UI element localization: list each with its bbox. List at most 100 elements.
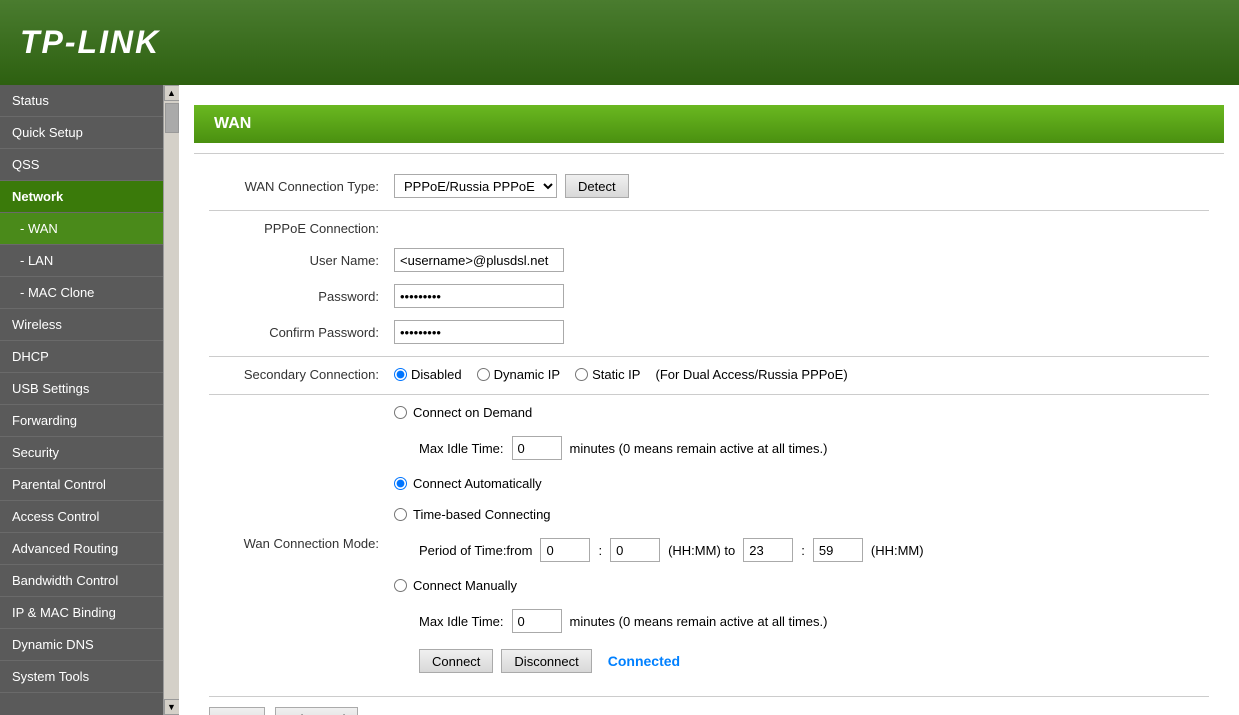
password-input[interactable]: [394, 284, 564, 308]
divider-pppoe: [209, 210, 1209, 211]
wan-connection-type-row: WAN Connection Type: PPPoE/Russia PPPoED…: [194, 174, 1224, 198]
secondary-static-item: Static IP: [575, 367, 640, 382]
main-layout: StatusQuick SetupQSSNetwork- WAN- LAN- M…: [0, 85, 1239, 715]
connected-status: Connected: [608, 653, 680, 669]
sidebar-item-security[interactable]: Security: [0, 437, 163, 469]
password-row: Password:: [194, 284, 1224, 308]
disconnect-button[interactable]: Disconnect: [501, 649, 591, 673]
sidebar-item-mac-clone[interactable]: - MAC Clone: [0, 277, 163, 309]
pppoe-connection-label: PPPoE Connection:: [194, 221, 394, 236]
confirm-password-control: [394, 320, 564, 344]
bottom-buttons: Save Advanced: [209, 696, 1209, 715]
sidebar: StatusQuick SetupQSSNetwork- WAN- LAN- M…: [0, 85, 163, 715]
page-title: WAN: [194, 105, 1224, 143]
max-idle-note1: minutes (0 means remain active at all ti…: [570, 441, 828, 456]
advanced-button[interactable]: Advanced: [275, 707, 359, 715]
save-button[interactable]: Save: [209, 707, 265, 715]
connect-on-demand-row: Connect on Demand: [394, 405, 924, 420]
max-idle-row2: Max Idle Time: minutes (0 means remain a…: [419, 609, 924, 633]
wan-mode-control: Connect on Demand Max Idle Time: minutes…: [394, 405, 924, 681]
password-label: Password:: [194, 289, 394, 304]
time-from2-input[interactable]: [610, 538, 660, 562]
connect-manually-text: Connect Manually: [413, 578, 517, 593]
sidebar-item-advanced-routing[interactable]: Advanced Routing: [0, 533, 163, 565]
secondary-dynamic-item: Dynamic IP: [477, 367, 560, 382]
content-area: WAN WAN Connection Type: PPPoE/Russia PP…: [179, 85, 1239, 715]
divider-top: [194, 153, 1224, 154]
secondary-connection-label: Secondary Connection:: [194, 367, 394, 382]
header: TP-LINK: [0, 0, 1239, 85]
sidebar-item-forwarding[interactable]: Forwarding: [0, 405, 163, 437]
connect-on-demand-label: Connect on Demand: [394, 405, 532, 420]
max-idle-input2[interactable]: [512, 609, 562, 633]
confirm-password-label: Confirm Password:: [194, 325, 394, 340]
connect-manually-row: Connect Manually: [394, 578, 924, 593]
secondary-connection-row: Secondary Connection: Disabled Dynamic I…: [194, 367, 1224, 382]
username-label: User Name:: [194, 253, 394, 268]
sidebar-item-qss[interactable]: QSS: [0, 149, 163, 181]
username-row: User Name:: [194, 248, 1224, 272]
max-idle-note2: minutes (0 means remain active at all ti…: [570, 614, 828, 629]
sidebar-item-wireless[interactable]: Wireless: [0, 309, 163, 341]
time-based-row: Time-based Connecting: [394, 507, 924, 522]
sidebar-item-usb-settings[interactable]: USB Settings: [0, 373, 163, 405]
secondary-static-radio[interactable]: [575, 368, 588, 381]
time-based-text: Time-based Connecting: [413, 507, 551, 522]
max-idle-label1: Max Idle Time:: [419, 441, 504, 456]
time-to1-input[interactable]: [743, 538, 793, 562]
connect-automatically-radio[interactable]: [394, 477, 407, 490]
secondary-dynamic-label: Dynamic IP: [494, 367, 560, 382]
sidebar-item-wan[interactable]: - WAN: [0, 213, 163, 245]
username-control: [394, 248, 564, 272]
hhmm2-label: (HH:MM): [871, 543, 924, 558]
secondary-dynamic-radio[interactable]: [477, 368, 490, 381]
time-to2-input[interactable]: [813, 538, 863, 562]
confirm-password-input[interactable]: [394, 320, 564, 344]
connect-on-demand-radio[interactable]: [394, 406, 407, 419]
connect-manually-radio[interactable]: [394, 579, 407, 592]
sidebar-item-bandwidth-control[interactable]: Bandwidth Control: [0, 565, 163, 597]
sidebar-item-access-control[interactable]: Access Control: [0, 501, 163, 533]
username-input[interactable]: [394, 248, 564, 272]
connect-on-demand-text: Connect on Demand: [413, 405, 532, 420]
secondary-radio-group: Disabled Dynamic IP Static IP (For Dual …: [394, 367, 848, 382]
confirm-password-row: Confirm Password:: [194, 320, 1224, 344]
sidebar-item-lan[interactable]: - LAN: [0, 245, 163, 277]
sidebar-item-ip-mac-binding[interactable]: IP & MAC Binding: [0, 597, 163, 629]
scroll-thumb[interactable]: [165, 103, 179, 133]
sidebar-item-status[interactable]: Status: [0, 85, 163, 117]
pppoe-connection-row: PPPoE Connection:: [194, 221, 1224, 236]
detect-button[interactable]: Detect: [565, 174, 629, 198]
sidebar-item-system-tools[interactable]: System Tools: [0, 661, 163, 693]
connect-disconnect-row: Connect Disconnect Connected: [419, 649, 924, 673]
colon2: :: [801, 543, 805, 558]
secondary-note: (For Dual Access/Russia PPPoE): [655, 367, 847, 382]
connect-button[interactable]: Connect: [419, 649, 493, 673]
connect-manually-label: Connect Manually: [394, 578, 517, 593]
wan-connection-type-label: WAN Connection Type:: [194, 179, 394, 194]
time-based-label: Time-based Connecting: [394, 507, 551, 522]
sidebar-item-quick-setup[interactable]: Quick Setup: [0, 117, 163, 149]
sidebar-item-parental-control[interactable]: Parental Control: [0, 469, 163, 501]
sidebar-item-dynamic-dns[interactable]: Dynamic DNS: [0, 629, 163, 661]
secondary-connection-control: Disabled Dynamic IP Static IP (For Dual …: [394, 367, 848, 382]
connect-automatically-label: Connect Automatically: [394, 476, 542, 491]
scroll-down-arrow[interactable]: ▼: [164, 699, 180, 715]
sidebar-item-network[interactable]: Network: [0, 181, 163, 213]
scroll-up-arrow[interactable]: ▲: [164, 85, 180, 101]
time-based-radio[interactable]: [394, 508, 407, 521]
sidebar-scrollbar[interactable]: ▲ ▼: [163, 85, 179, 715]
wan-connection-type-select[interactable]: PPPoE/Russia PPPoEDynamic IPStatic IPL2T…: [394, 174, 557, 198]
scroll-track: [164, 101, 179, 699]
max-idle-input1[interactable]: [512, 436, 562, 460]
wan-mode-row: Wan Connection Mode: Connect on Demand M…: [194, 405, 1224, 681]
secondary-disabled-radio[interactable]: [394, 368, 407, 381]
password-control: [394, 284, 564, 308]
sidebar-item-dhcp[interactable]: DHCP: [0, 341, 163, 373]
time-from1-input[interactable]: [540, 538, 590, 562]
period-label: Period of Time:from: [419, 543, 532, 558]
connect-automatically-row: Connect Automatically: [394, 476, 924, 491]
max-idle-row1: Max Idle Time: minutes (0 means remain a…: [419, 436, 924, 460]
hhmm1-label: (HH:MM) to: [668, 543, 735, 558]
divider-secondary: [209, 356, 1209, 357]
